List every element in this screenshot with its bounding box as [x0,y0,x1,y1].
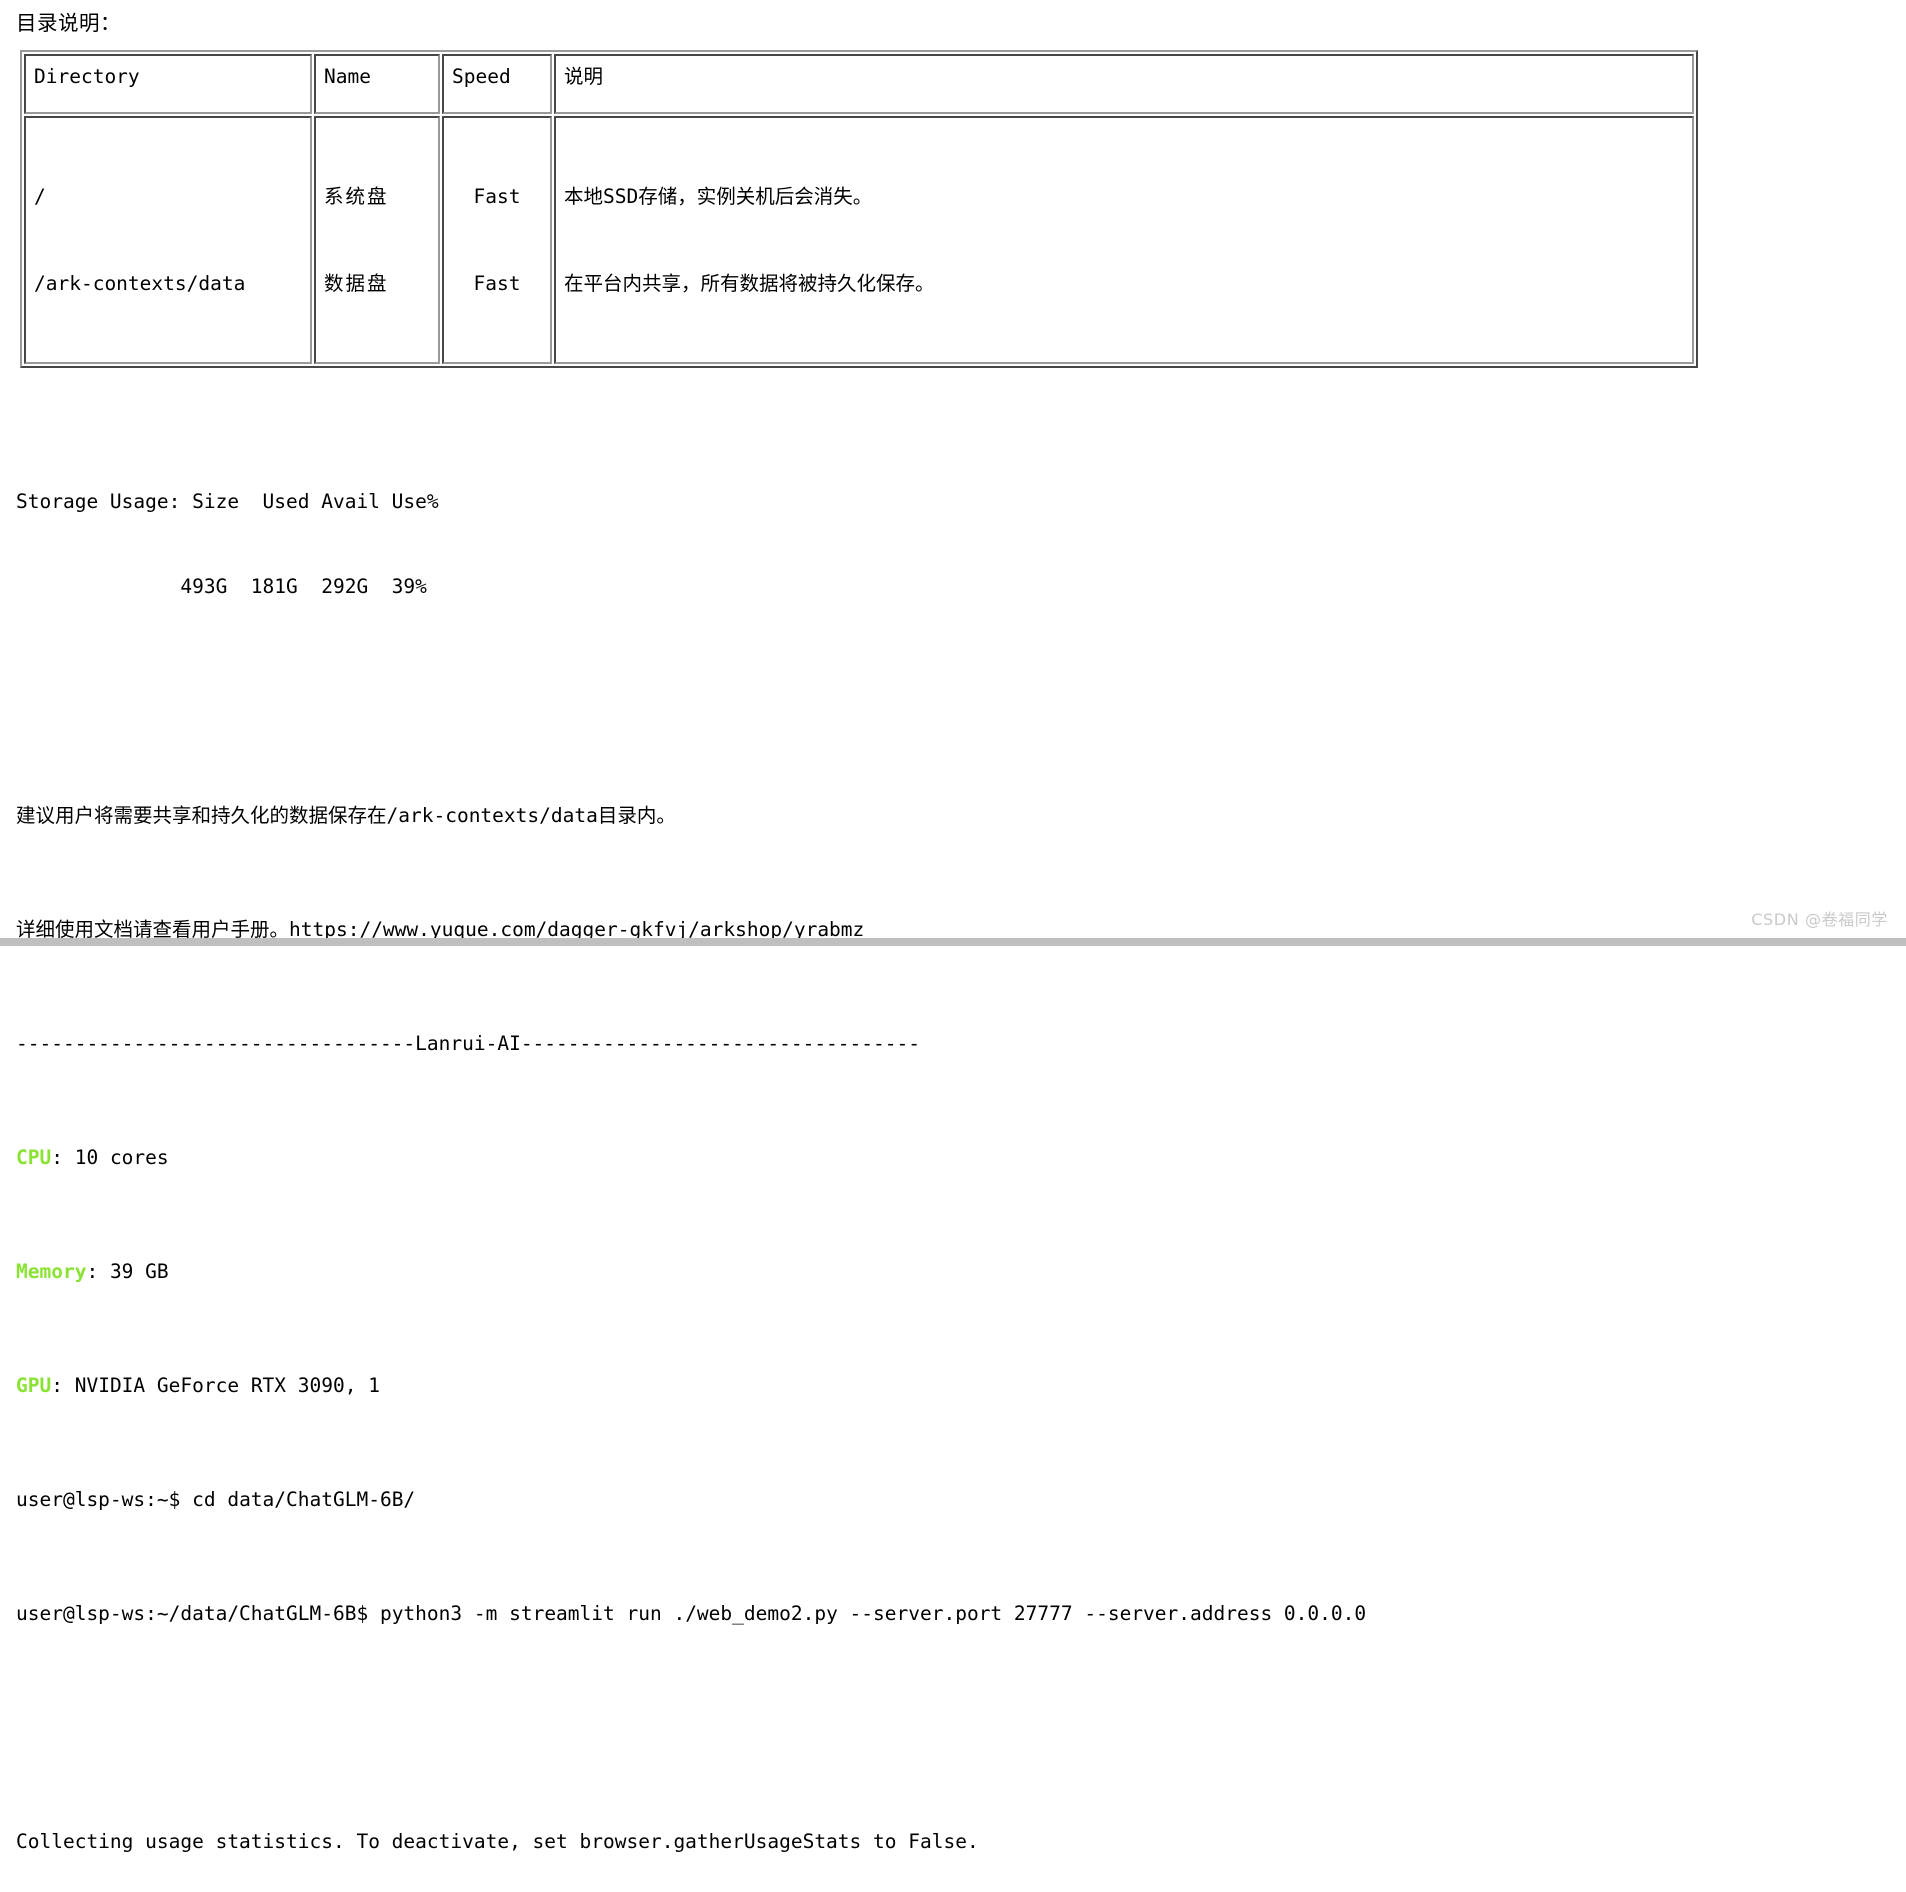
column-header-name: Name [314,54,440,114]
page-title: 目录说明： [16,11,121,35]
shell-prompt-2: user@lsp-ws:~/data/ChatGLM-6B$ [16,1601,380,1625]
cell-description: 本地SSD存储，实例关机后会消失。 在平台内共享，所有数据将被持久化保存。 [554,116,1694,364]
terminal-command-line-1: user@lsp-ws:~$ cd data/ChatGLM-6B/ [16,1486,1906,1515]
spec-value-cpu: 10 cores [74,1145,169,1169]
column-header-description: 说明 [554,54,1694,114]
disk-name-system: 系统盘 [324,185,389,208]
spec-value-memory: 39 GB [109,1259,169,1283]
spec-separator-gpu: : [51,1373,75,1397]
spec-separator-memory: : [86,1259,110,1283]
bottom-bar [0,938,1906,946]
description-system: 本地SSD存储，实例关机后会消失。 [564,185,873,208]
csdn-watermark: CSDN @卷福同学 [1751,910,1888,929]
shell-prompt-1: user@lsp-ws:~$ [16,1487,193,1511]
note-save-data-path: /ark-contexts/data [386,803,598,827]
speed-system: Fast [473,185,521,208]
cell-name: 系统盘 数据盘 [314,116,440,364]
spec-label-gpu: GPU [16,1373,52,1397]
shell-command-2: python3 -m streamlit run ./web_demo2.py … [379,1601,1367,1625]
directory-table: Directory Name Speed 说明 / /ark-contexts/… [20,50,1698,368]
terminal-page: 目录说明： Directory Name Speed 说明 / /ark-con… [0,0,1906,1853]
spec-gpu: GPU: NVIDIA GeForce RTX 3090, 1 [16,1372,1906,1401]
storage-usage-values: 493G 181G 292G 39% [16,575,427,598]
shell-command-1: cd data/ChatGLM-6B/ [192,1487,416,1511]
cell-speed: Fast Fast [442,116,552,364]
table-row: / /ark-contexts/data 系统盘 数据盘 Fast Fast 本… [24,116,1694,364]
spec-value-gpu: NVIDIA GeForce RTX 3090, 1 [74,1373,380,1397]
spec-label-cpu: CPU [16,1145,52,1169]
terminal-command-line-2: user@lsp-ws:~/data/ChatGLM-6B$ python3 -… [16,1600,1906,1629]
cell-directory: / /ark-contexts/data [24,116,312,364]
spec-separator-cpu: : [51,1145,75,1169]
note-save-data-prefix: 建议用户将需要共享和持久化的数据保存在 [16,803,387,827]
spec-label-memory: Memory [16,1259,87,1283]
directory-root: / [34,185,46,208]
note-save-data-suffix: 目录内。 [597,803,676,827]
description-data: 在平台内共享，所有数据将被持久化保存。 [564,272,935,295]
brand-divider: ----------------------------------Lanrui… [16,1031,920,1055]
directory-data: /ark-contexts/data [34,272,246,295]
column-header-speed: Speed [442,54,552,114]
table-header-row: Directory Name Speed 说明 [24,54,1694,114]
disk-name-data: 数据盘 [324,272,389,295]
terminal-output: Storage Usage: Size Used Avail Use% 493G… [16,400,1906,1892]
note-save-data: 建议用户将需要共享和持久化的数据保存在/ark-contexts/data目录内… [16,802,1906,831]
spec-cpu: CPU: 10 cores [16,1144,1906,1173]
usage-statistics-message: Collecting usage statistics. To deactiva… [16,1830,979,1853]
spec-memory: Memory: 39 GB [16,1258,1906,1287]
speed-data: Fast [473,272,521,295]
column-header-directory: Directory [24,54,312,114]
storage-usage-header: Storage Usage: Size Used Avail Use% [16,489,439,513]
